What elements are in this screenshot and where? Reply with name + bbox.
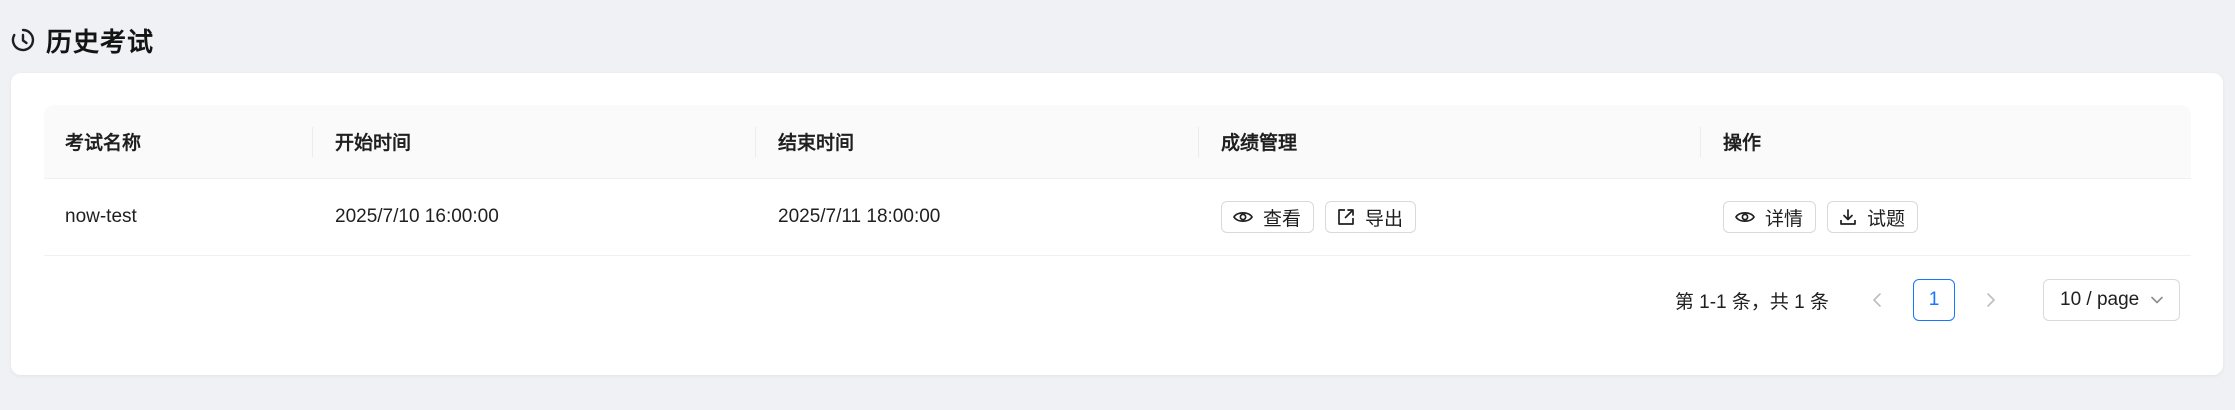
column-header-exam-name[interactable]: 考试名称 [65, 105, 141, 178]
download-questions-button[interactable]: 试题 [1827, 201, 1919, 233]
details-label: 详情 [1765, 208, 1804, 230]
page-size-value: 10 / page [2060, 289, 2140, 310]
chevron-right-icon [1987, 293, 1995, 307]
column-header-start-time[interactable]: 开始时间 [335, 105, 411, 178]
actions-cell: 详情 试题 [1723, 179, 1929, 255]
view-scores-label: 查看 [1263, 208, 1302, 230]
eye-icon [1735, 210, 1755, 224]
column-header-score-management[interactable]: 成绩管理 [1221, 105, 1297, 178]
page-item-current[interactable]: 1 [1913, 279, 1955, 321]
page-size-select[interactable]: 10 / page [2043, 279, 2180, 321]
table-header: 考试名称 开始时间 结束时间 成绩管理 操作 [44, 105, 2191, 179]
exam-table: 考试名称 开始时间 结束时间 成绩管理 操作 now-test 2025/7/1… [44, 105, 2191, 256]
export-icon [1337, 208, 1355, 226]
export-scores-button[interactable]: 导出 [1325, 201, 1417, 233]
chevron-left-icon [1873, 293, 1881, 307]
eye-icon [1233, 210, 1253, 224]
column-separator [1700, 127, 1701, 157]
chevron-down-icon [2151, 296, 2163, 304]
column-separator [1198, 127, 1199, 157]
exam-name-cell: now-test [65, 206, 137, 227]
details-button[interactable]: 详情 [1723, 201, 1817, 233]
pagination-total: 第 1-1 条，共 1 条 [1674, 291, 1829, 313]
column-separator [312, 127, 313, 157]
download-icon [1839, 208, 1857, 226]
prev-page-button[interactable] [1855, 278, 1899, 322]
next-page-button[interactable] [1969, 278, 2013, 322]
table-row: now-test 2025/7/10 16:00:00 2025/7/11 18… [44, 179, 2191, 256]
pagination: 第 1-1 条，共 1 条 1 10 / page [1675, 278, 2180, 322]
download-questions-label: 试题 [1867, 208, 1906, 230]
export-scores-label: 导出 [1365, 208, 1404, 230]
score-management-cell: 查看 导出 [1221, 179, 1427, 255]
page-title: 历史考试 [46, 26, 155, 57]
start-time-cell: 2025/7/10 16:00:00 [335, 206, 499, 227]
page-header: 历史考试 [10, 22, 154, 58]
column-header-actions[interactable]: 操作 [1723, 105, 1761, 178]
history-exam-card: 考试名称 开始时间 结束时间 成绩管理 操作 now-test 2025/7/1… [11, 73, 2223, 375]
column-header-end-time[interactable]: 结束时间 [778, 105, 854, 178]
column-separator [755, 127, 756, 157]
end-time-cell: 2025/7/11 18:00:00 [778, 206, 941, 227]
view-scores-button[interactable]: 查看 [1221, 201, 1315, 233]
history-clock-icon [10, 27, 36, 53]
